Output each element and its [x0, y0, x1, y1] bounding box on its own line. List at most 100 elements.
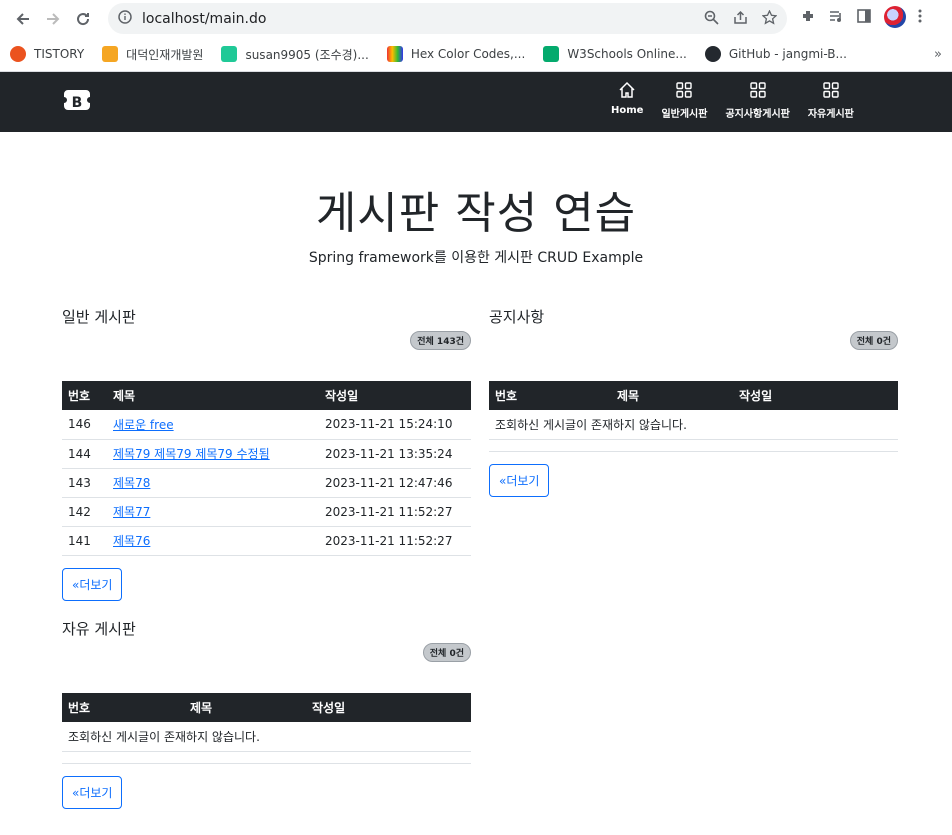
side-panel-icon[interactable]: [856, 8, 872, 27]
notice-board-table: 번호 제목 작성일 조회하신 게시글이 존재하지 않습니다.: [489, 381, 898, 440]
column-header-number: 번호: [489, 381, 611, 410]
url-text[interactable]: localhost/main.do: [142, 11, 704, 27]
zoom-icon[interactable]: [704, 10, 719, 28]
nav-free-board[interactable]: 자유게시판: [799, 81, 863, 120]
column-header-date: 작성일: [733, 381, 898, 410]
count-badge: 전체 0건: [422, 643, 471, 662]
nav-general-label: 일반게시판: [661, 109, 708, 120]
site-info-icon[interactable]: [118, 10, 132, 27]
w3schools-icon: [543, 46, 560, 62]
more-button[interactable]: «더보기: [62, 567, 123, 601]
nav-free-label: 자유게시판: [807, 109, 854, 120]
more-button[interactable]: «더보기: [62, 775, 123, 809]
bookmark-item[interactable]: 대덕인재개발원: [102, 46, 203, 63]
post-date: 2023-11-21 15:24:10: [319, 410, 471, 440]
page-subtitle: Spring framework를 이용한 게시판 CRUD Example: [308, 250, 644, 266]
count-badge: 전체 143건: [410, 331, 471, 350]
more-button[interactable]: «더보기: [489, 463, 550, 497]
table-row: 146 새로운 free 2023-11-21 15:24:10: [62, 410, 471, 440]
divider: [62, 752, 471, 764]
column-header-title: 제목: [611, 381, 733, 410]
post-number: 146: [62, 410, 107, 440]
post-number: 141: [62, 526, 107, 556]
empty-message: 조회하신 게시글이 존재하지 않습니다.: [489, 410, 898, 440]
column-header-date: 작성일: [319, 381, 471, 410]
bookmark-label: GitHub - jangmi-B...: [728, 47, 847, 61]
tistory-icon: [10, 46, 26, 62]
column-header-title: 제목: [107, 381, 319, 410]
bookmarks-bar: TISTORY 대덕인재개발원 susan9905 (조수경)... Hex C…: [0, 37, 952, 72]
hero-section: 게시판 작성 연습 Spring framework를 이용한 게시판 CRUD…: [0, 132, 952, 267]
bookmark-label: Hex Color Codes,...: [410, 47, 526, 61]
nav-notice-label: 공지사항게시판: [725, 109, 790, 120]
empty-row: 조회하신 게시글이 존재하지 않습니다.: [62, 722, 471, 752]
menu-icon[interactable]: [918, 8, 922, 27]
column-header-title: 제목: [184, 693, 306, 722]
column-header-date: 작성일: [306, 693, 471, 722]
github-icon: [704, 46, 721, 62]
notice-board: 공지사항 전체 0건 번호 제목 작성일 조회하신 게시글이 존재하지 않습니다…: [489, 306, 898, 497]
color-codes-icon: [386, 46, 403, 62]
grid-icon: [675, 81, 693, 105]
board-title: 공지사항: [489, 308, 545, 326]
free-board-table: 번호 제목 작성일 조회하신 게시글이 존재하지 않습니다.: [62, 693, 471, 752]
nav-home[interactable]: Home: [602, 81, 652, 120]
bookmark-label: W3Schools Online...: [567, 47, 687, 61]
back-icon[interactable]: [8, 4, 38, 34]
post-title-link[interactable]: 제목79 제목79 제목79 수정됨: [113, 447, 270, 461]
bookmark-item[interactable]: susan9905 (조수경)...: [221, 46, 369, 63]
bookmark-item[interactable]: TISTORY: [10, 46, 84, 62]
bookmark-item[interactable]: Hex Color Codes,...: [386, 46, 526, 62]
table-row: 141 제목76 2023-11-21 11:52:27: [62, 526, 471, 556]
home-icon: [618, 81, 636, 105]
nav-home-label: Home: [611, 105, 644, 116]
free-board: 자유 게시판 전체 0건 번호 제목 작성일 조회하신 게시글이 존재하지 않습…: [62, 618, 471, 809]
grid-icon: [749, 81, 767, 105]
post-number: 142: [62, 497, 107, 527]
extensions-icon[interactable]: [800, 8, 816, 27]
bookmark-label: susan9905 (조수경)...: [245, 47, 369, 62]
bookmark-star-icon[interactable]: [761, 8, 778, 28]
bookmark-label: 대덕인재개발원: [126, 47, 204, 62]
table-row: 143 제목78 2023-11-21 12:47:46: [62, 468, 471, 498]
count-badge: 전체 0건: [849, 331, 898, 350]
share-icon[interactable]: [733, 10, 748, 28]
site-navbar: B Home 일반게시판 공지사항게시판 자유게시판: [0, 72, 952, 132]
table-row: 142 제목77 2023-11-21 11:52:27: [62, 497, 471, 527]
forward-icon[interactable]: [38, 4, 68, 34]
profile-avatar[interactable]: [884, 6, 906, 28]
nav-notice-board[interactable]: 공지사항게시판: [716, 81, 798, 120]
bookmark-item[interactable]: GitHub - jangmi-B...: [704, 46, 847, 62]
post-title-link[interactable]: 제목78: [113, 476, 150, 490]
bookmarks-overflow-icon[interactable]: »: [934, 47, 942, 62]
address-bar[interactable]: localhost/main.do: [108, 3, 787, 34]
post-date: 2023-11-21 11:52:27: [319, 497, 471, 527]
column-header-number: 번호: [62, 381, 107, 410]
media-icon[interactable]: [828, 8, 844, 27]
column-header-number: 번호: [62, 693, 184, 722]
post-title-link[interactable]: 제목76: [113, 534, 150, 548]
page-title: 게시판 작성 연습: [315, 188, 637, 239]
general-board-table: 번호 제목 작성일 146 새로운 free 2023-11-21 15:24:…: [62, 381, 471, 556]
browser-toolbar: localhost/main.do: [0, 0, 952, 37]
empty-row: 조회하신 게시글이 존재하지 않습니다.: [489, 410, 898, 440]
board-title: 일반 게시판: [62, 308, 136, 326]
post-number: 144: [62, 439, 107, 469]
velog-icon: [221, 46, 238, 62]
grid-icon: [822, 81, 840, 105]
bootstrap-logo-icon[interactable]: B: [62, 88, 92, 116]
divider: [489, 440, 898, 452]
post-title-link[interactable]: 제목77: [113, 505, 150, 519]
bookmark-label: TISTORY: [34, 47, 85, 61]
empty-message: 조회하신 게시글이 존재하지 않습니다.: [62, 722, 471, 752]
post-date: 2023-11-21 13:35:24: [319, 439, 471, 469]
bookmark-favicon-icon: [102, 46, 119, 62]
post-date: 2023-11-21 12:47:46: [319, 468, 471, 498]
reload-icon[interactable]: [68, 4, 98, 34]
table-row: 144 제목79 제목79 제목79 수정됨 2023-11-21 13:35:…: [62, 439, 471, 469]
general-board: 일반 게시판 전체 143건 번호 제목 작성일 146 새로운 free 20…: [62, 306, 471, 601]
post-title-link[interactable]: 새로운 free: [113, 418, 174, 432]
nav-general-board[interactable]: 일반게시판: [652, 81, 716, 120]
bookmark-item[interactable]: W3Schools Online...: [543, 46, 687, 62]
brand-letter: B: [72, 95, 83, 111]
